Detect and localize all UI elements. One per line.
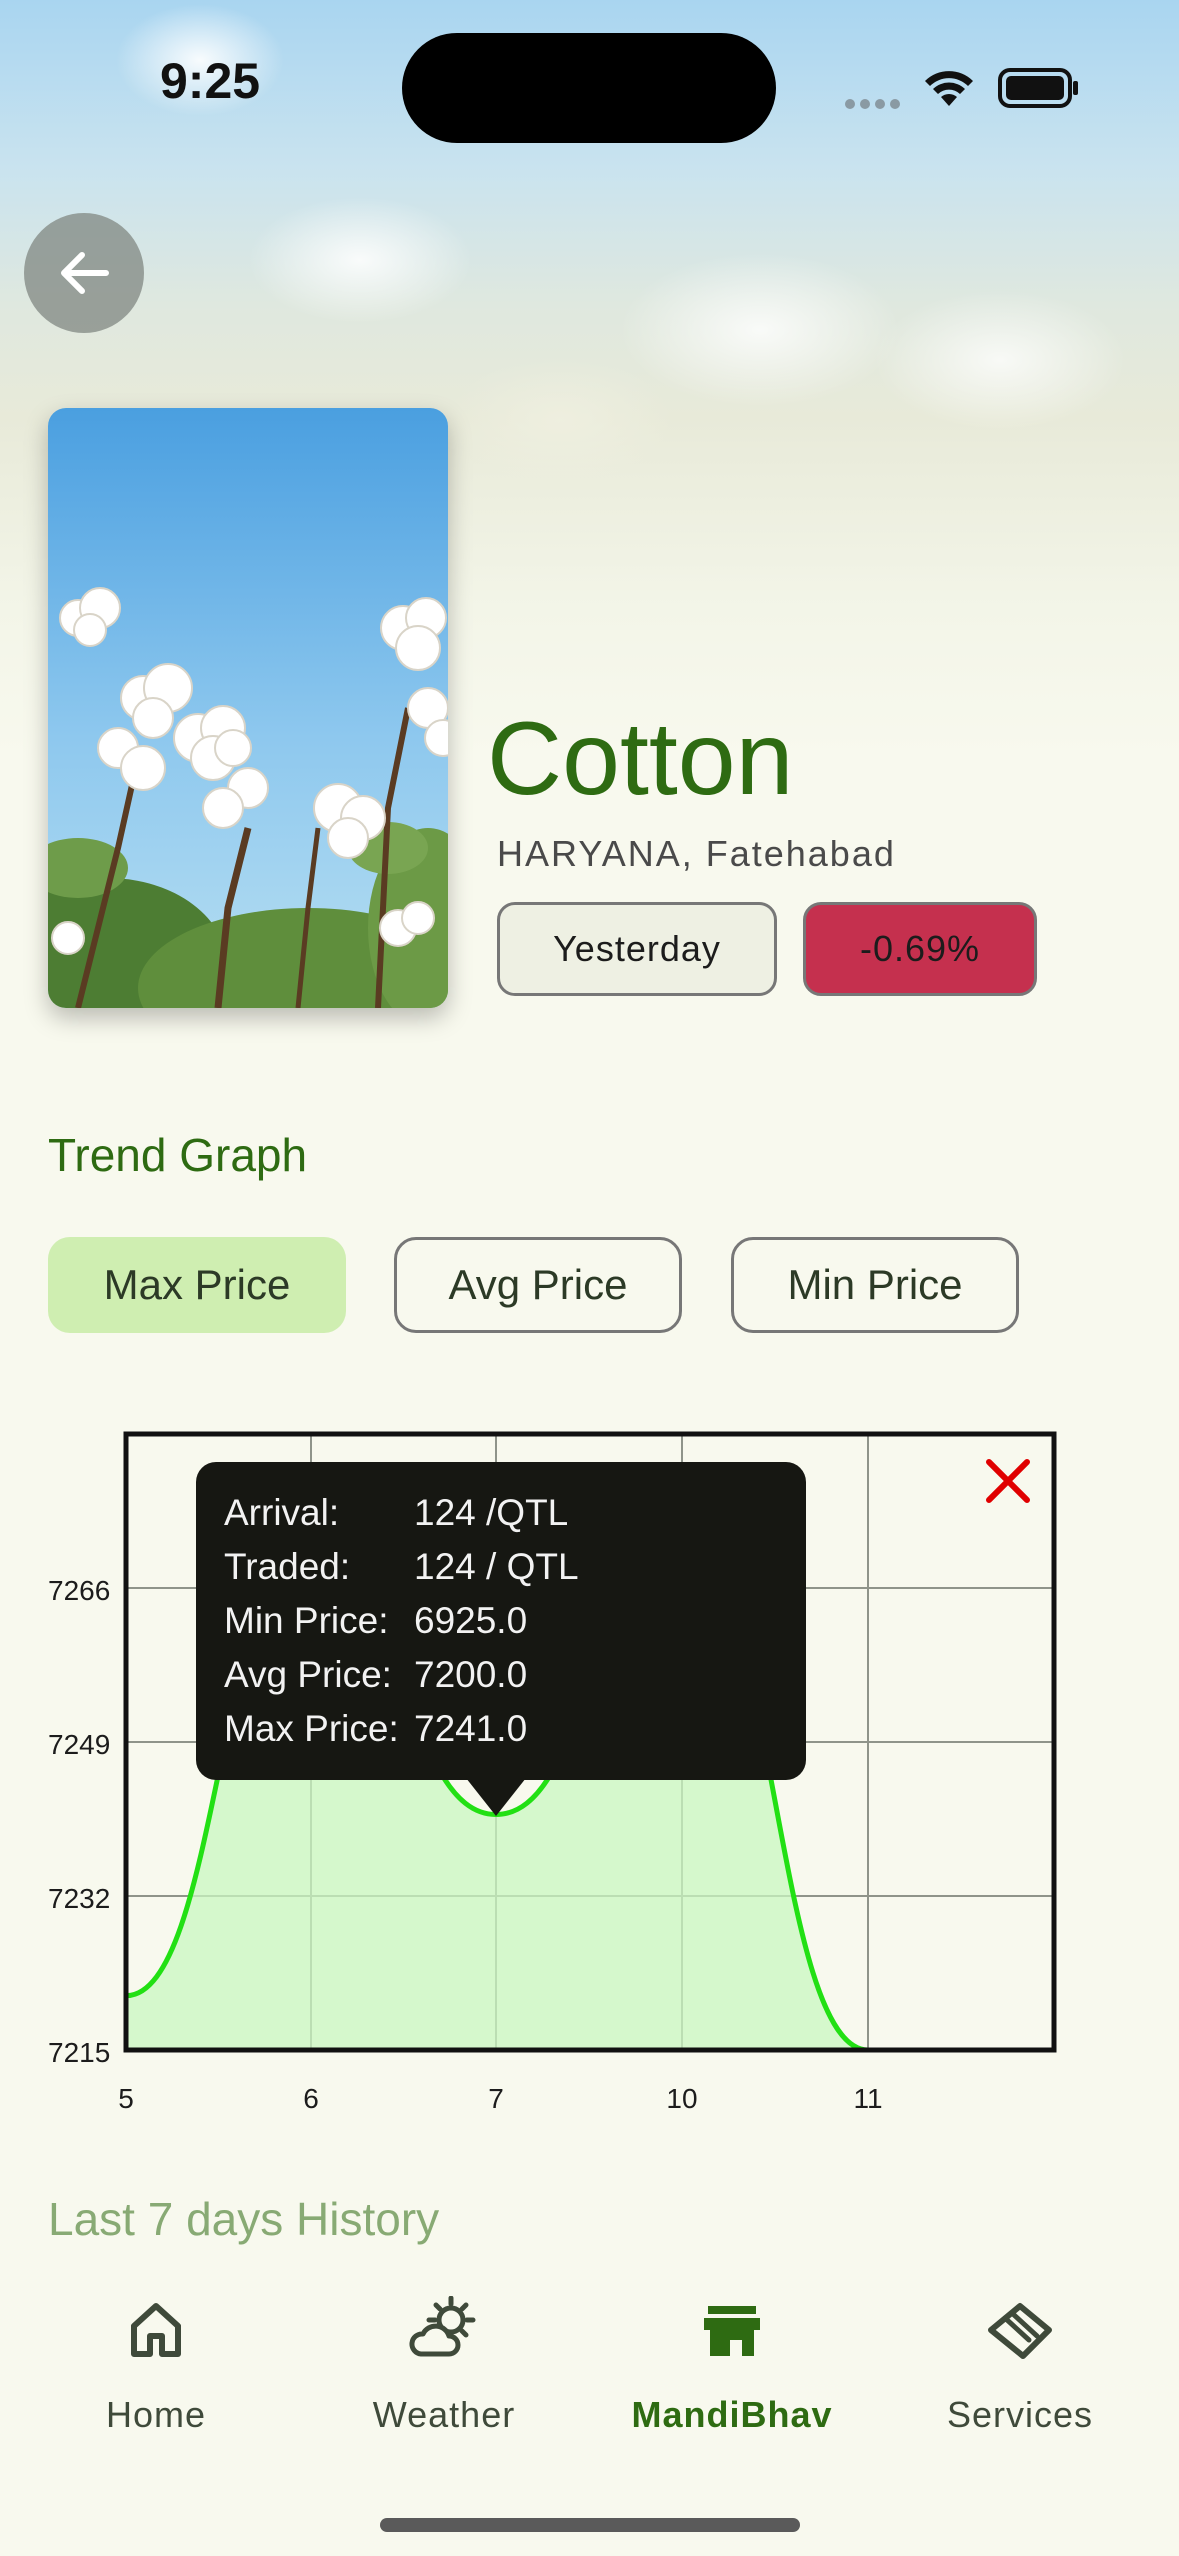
x-tick-label: 6 (303, 2083, 319, 2114)
tooltip-row-max-price: Max Price: 7241.0 (224, 1708, 528, 1749)
back-button[interactable] (24, 213, 144, 333)
tooltip-row-traded: Traded: 124 / QTL (224, 1546, 579, 1587)
crop-name: Cotton (487, 701, 794, 817)
tab-max-price[interactable]: Max Price (48, 1237, 346, 1333)
handshake-icon (988, 2303, 1052, 2359)
nav-label-services: Services (946, 2394, 1094, 2435)
x-tick-label: 7 (488, 2083, 504, 2114)
status-time: 9:25 (160, 53, 261, 109)
wifi-icon (925, 71, 973, 106)
nav-item-home[interactable]: Home (36, 2270, 276, 2470)
dynamic-island (402, 33, 776, 143)
x-tick-label: 10 (666, 2083, 697, 2114)
nav-item-mandibhav[interactable]: MandiBhav (612, 2270, 852, 2470)
close-tooltip-icon[interactable] (983, 1456, 1033, 1506)
history-title: Last 7 days History (48, 2193, 440, 2245)
nav-label-weather: Weather (372, 2394, 516, 2435)
tooltip-row-arrival: Arrival: 124 /QTL (224, 1492, 569, 1533)
x-tick-label: 11 (853, 2083, 882, 2114)
home-indicator[interactable] (380, 2518, 800, 2532)
price-change-badge: -0.69% (803, 902, 1037, 996)
date-chip: Yesterday (497, 902, 777, 996)
trend-graph-title: Trend Graph (48, 1129, 308, 1181)
nav-item-services[interactable]: Services (900, 2270, 1140, 2470)
tab-min-price[interactable]: Min Price (731, 1237, 1019, 1333)
weather-icon (409, 2296, 476, 2357)
y-tick-label: 7232 (48, 1883, 110, 1914)
tooltip-row-min-price: Min Price: 6925.0 (224, 1600, 528, 1641)
battery-icon (998, 68, 1078, 108)
store-icon (704, 2306, 760, 2356)
tooltip-pointer (466, 1778, 526, 1816)
y-tick-label: 7215 (48, 2037, 110, 2068)
crop-location: HARYANA, Fatehabad (497, 833, 896, 874)
y-tick-label: 7266 (48, 1575, 110, 1606)
tooltip-row-avg-price: Avg Price: 7200.0 (224, 1654, 528, 1695)
tab-avg-price[interactable]: Avg Price (394, 1237, 682, 1333)
y-tick-label: 7249 (48, 1729, 110, 1760)
signal-icon (845, 96, 905, 109)
bottom-nav: Home Weather MandiBhav Services (0, 2260, 1179, 2556)
crop-image (48, 408, 448, 1008)
chart-tooltip: Arrival: 124 /QTL Traded: 124 / QTL Min Pr… (196, 1462, 806, 1780)
home-icon (131, 2303, 181, 2357)
nav-label-mandibhav: MandiBhav (631, 2394, 833, 2435)
nav-item-weather[interactable]: Weather (324, 2270, 564, 2470)
nav-label-home: Home (105, 2394, 207, 2435)
arrow-left-icon (61, 252, 109, 294)
x-tick-label: 5 (118, 2083, 134, 2114)
